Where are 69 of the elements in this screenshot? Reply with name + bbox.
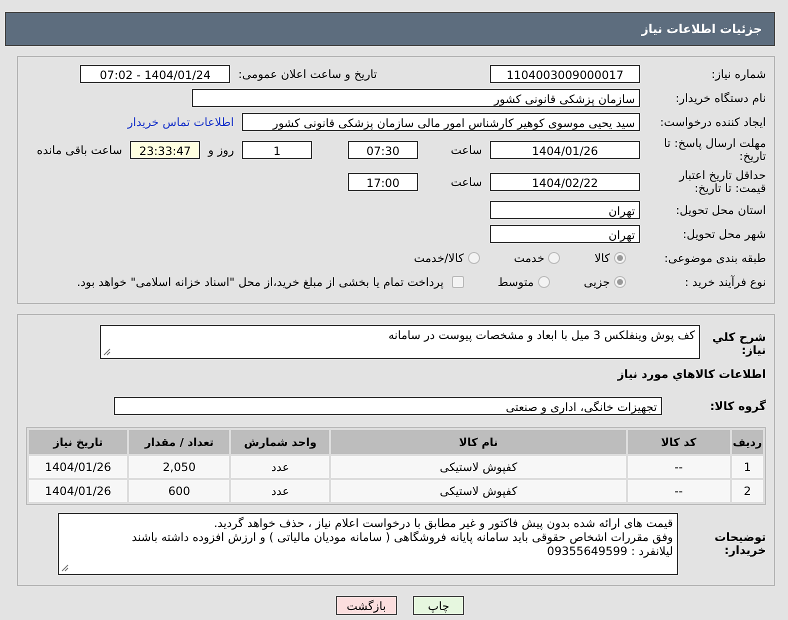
reply-date-field[interactable]: 1404/01/26 [490,141,640,159]
resize-grip-icon[interactable] [61,564,69,572]
print-button[interactable]: چاپ [412,596,464,615]
validity-date-field[interactable]: 1404/02/22 [490,173,640,191]
field-label: تاریخ و ساعت اعلان عمومی: [238,67,377,81]
field-label: نام دستگاه خریدار: [674,92,766,104]
table-cell: کفپوش لاستیکی [331,456,626,478]
announce-date-field[interactable]: 1404/01/24 - 07:02 [80,65,230,83]
section-title: اطلاعات کالاهاي مورد نياز [616,367,766,381]
checkbox[interactable] [452,276,464,288]
radio-label: خدمت [514,251,544,265]
field-label: شهر محل تحویل: [682,228,766,240]
resize-grip-icon[interactable] [103,348,111,356]
radio-label: جزیی [584,275,610,289]
column-header: تعداد / مقدار [129,430,230,454]
table-cell: 2 [732,480,763,502]
field-label: نوع فرآیند خرید : [684,276,766,288]
page-title: جزئیات اطلاعات نیاز [640,22,763,36]
field-label: شماره نیاز: [710,68,766,80]
radio-button[interactable] [548,252,560,264]
buyer-org-field[interactable]: سازمان پزشکی قانونی کشور [192,89,640,107]
need-number-field[interactable]: 1104003009000017 [490,65,640,83]
time-label: ساعت [450,143,482,157]
table-cell: 2,050 [129,456,230,478]
table-cell: 600 [129,480,230,502]
validity-time-field[interactable]: 17:00 [348,173,418,191]
radio-button[interactable] [614,276,626,288]
field-label: ایجاد کننده درخواست: [659,116,766,128]
time-label: ساعت [450,175,482,189]
goods-group-field[interactable]: تجهیزات خانگی، اداری و صنعتی [114,397,662,415]
radio-label: کالا [594,251,610,265]
table-cell: 1 [732,456,763,478]
table-cell: -- [628,456,730,478]
remaining-time-field[interactable]: 23:33:47 [130,141,200,159]
back-button[interactable]: بازگشت [336,596,397,615]
city-field[interactable]: تهران [490,225,640,243]
reply-time-field[interactable]: 07:30 [348,141,418,159]
description-field[interactable]: کف پوش وینفلکس 3 میل با ابعاد و مشخصات پیوست در سامانه [100,325,700,359]
radio-label: کالا/خدمت [414,251,464,265]
column-header: واحد شمارش [231,430,330,454]
table-cell: عدد [231,480,330,502]
column-header: تاریخ نیاز [29,430,128,454]
radio-button[interactable] [614,252,626,264]
column-header: ردیف [732,430,763,454]
days-label: روز و [208,143,234,157]
days-field[interactable]: 1 [242,141,312,159]
table-cell: -- [628,480,730,502]
checkbox-label: پرداخت تمام یا بخشی از مبلغ خرید،از محل "اسناد خزانه اسلامی" خواهد بود. [76,275,444,289]
radio-label: متوسط [498,275,534,289]
column-header: نام کالا [331,430,626,454]
field-label: شرح کلي نياز: [711,331,766,357]
field-label: توضیحات خریدار: [714,531,766,557]
buyer-notes-field[interactable]: قیمت های ارائه شده بدون پیش فاکتور و غیر مطابق با درخواست اعلام نیاز ، حذف خواهد گردید. وفق مقررات اشخاص حقوقی باید سامانه پایانه فروشگاهی ( سامانه مودیان مالیاتی ) و ارزش افزوده داشته باشند لیلانفرد : 09355649599 [58,513,678,575]
table-cell: 1404/01/26 [29,480,128,502]
radio-button[interactable] [468,252,480,264]
table-cell: کفپوش لاستیکی [331,480,626,502]
radio-button[interactable] [538,276,550,288]
field-label: استان محل تحویل: [674,204,766,216]
field-label: حداقل تاریخ اعتبار قیمت: تا تاریخ: [678,169,766,195]
table-cell: 1404/01/26 [29,456,128,478]
field-label: طبقه بندی موضوعی: [663,252,766,264]
field-label: گروه کالا: [709,400,766,412]
remaining-label: ساعت باقی مانده [36,143,122,157]
contact-link[interactable]: اطلاعات تماس خریدار [127,115,234,129]
field-label: مهلت ارسال پاسخ: تا تاریخ: [662,137,766,163]
requester-field[interactable]: سید یحیی موسوی کوهیر کارشناس امور مالی سازمان پزشکی قانونی کشور [242,113,640,131]
table-cell: عدد [231,456,330,478]
province-field[interactable]: تهران [490,201,640,219]
column-header: کد کالا [628,430,730,454]
